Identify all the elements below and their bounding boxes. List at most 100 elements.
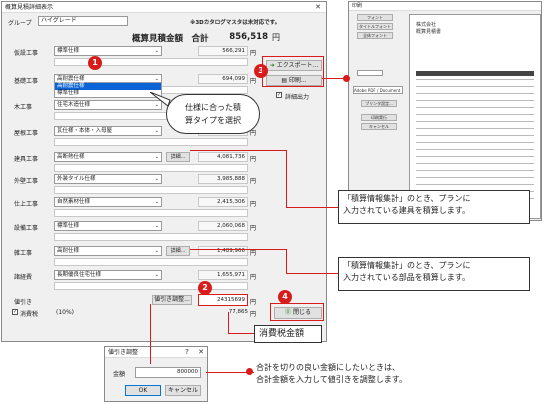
row-memo-field[interactable] [54,138,248,146]
row-label: 建具工事 [14,156,39,163]
row-amount: 566,291 [198,46,248,56]
adjust-ok-button[interactable]: OK [125,385,161,396]
preview-table-line [416,163,534,164]
row-memo-field[interactable] [54,209,248,217]
font-button[interactable]: フォント [357,14,393,21]
tax-checkbox[interactable]: ✓ [12,309,18,315]
adjust-cancel-button[interactable]: キャンセル [165,385,201,396]
row-memo-field[interactable] [54,282,248,290]
highlight-export-print [262,56,324,87]
callout-select-type: 仕様に合った積 算タイプを選択 [166,94,260,134]
row-select[interactable]: 標準仕様 ⌄ [54,221,162,231]
preview-table-line [416,79,534,80]
row-amount: 2,060,068 [198,221,248,231]
preview-table-line [416,107,534,108]
page-range-field[interactable] [357,70,383,76]
row-memo-field[interactable] [54,164,248,172]
row-memo-field[interactable] [54,186,248,194]
preview-table-line [416,184,534,185]
connector [190,150,286,151]
discount-adjust-button[interactable]: 値引き調整... [152,295,192,305]
group-value: ハイグレード [41,17,77,24]
row-select[interactable]: 瓦仕様・本体・入母屋 ⌄ [54,126,162,136]
preview-table-line [416,93,534,94]
row-select-value: 長期優良住宅仕様 [57,272,102,278]
row-amount: 2,415,306 [198,197,248,207]
adjust-title: 値引き調整 [108,349,139,356]
preview-table-line [416,142,534,143]
discount-value[interactable]: 24315699 [198,294,248,306]
row-memo-field[interactable] [54,58,248,66]
row-select[interactable]: 住宅木造仕様 ⌄ [54,100,162,110]
preview-table-line [416,86,534,87]
title-font-button[interactable]: タイトルフォント [357,23,393,30]
row-yen: 円 [250,274,257,281]
row-yen: 円 [250,156,257,163]
row-select[interactable]: 長期優良住宅仕様 ⌄ [54,270,162,280]
preview-cancel-button[interactable]: キャンセル [361,123,397,130]
chevron-down-icon: ⌄ [154,223,159,229]
connector-dot [343,75,350,82]
row-detail-button[interactable]: 詳細... [166,152,190,162]
row-memo-field[interactable] [54,258,248,266]
preview-titlebar: 印刷 [349,2,541,11]
tax-amount: 77,865 [228,309,248,315]
preview-table-line [416,149,534,150]
row-label: 雑工事 [14,250,33,257]
discount-yen: 円 [250,299,257,306]
row-memo-field[interactable] [54,233,248,241]
adjust-close-icon[interactable]: ✕ [195,347,207,358]
row-yen: 円 [250,225,257,232]
group-field[interactable]: ハイグレード [38,16,128,26]
row-label: 基礎工事 [14,78,39,85]
row-select-value: 自然素材仕様 [57,199,91,205]
dropdown-option-selected[interactable]: 高耐震仕様 [55,83,161,90]
row-select[interactable]: 高断熱仕様 ⌄ [54,152,162,162]
step-badge-1: 1 [88,56,102,70]
callout-tax: 消費税金額 [254,325,322,343]
row-amount: 4,081,736 [198,152,248,162]
row-select[interactable]: 標準仕様 ⌄ [54,46,162,56]
step-badge-2: 2 [198,281,212,295]
dropdown-option[interactable]: 標準仕様 [55,90,161,97]
connector [228,312,229,334]
close-icon[interactable]: ✕ [312,2,324,13]
preview-table-line [416,121,534,122]
discount-adjust-dialog: 値引き調整 ? ✕ 金額 800000 OK キャンセル [104,346,208,402]
print-execute-button[interactable]: 印刷実行 [361,114,397,121]
discount-label: 値引き [14,299,33,306]
row-amount: 1,489,966 [198,246,248,256]
detail-output-checkbox[interactable]: ✓ [276,92,282,98]
connector [190,249,286,250]
connector [150,304,151,364]
step-badge-4: 4 [278,290,292,304]
help-icon[interactable]: ? [181,347,193,358]
connector [286,273,338,274]
estimate-detail-dialog: 概算見積詳細表示 ✕ グループ ハイグレード ※3Dカタログマスタは未対応です。… [1,1,327,342]
row-detail-button[interactable]: 詳細... [166,246,190,256]
total-value: 856,518 [229,32,268,42]
row-amount: 694,099 [198,74,248,84]
print-preview-window: 印刷 フォント タイトルフォント 全体フォント Adobe PDF / Docu… [348,1,542,221]
printer-select[interactable]: Adobe PDF / Document [353,86,403,94]
preview-table-line [416,114,534,115]
preview-page-title: 概算見積書 [416,29,442,35]
all-font-button[interactable]: 全体フォント [357,32,393,39]
preview-table-line [416,177,534,178]
row-label: 設備工事 [14,225,39,232]
connector [228,333,254,334]
group-label: グループ [8,20,32,27]
catalog-note: ※3Dカタログマスタは未対応です。 [190,20,281,26]
preview-table-line [416,170,534,171]
row-select-value: 高耐仕様 [57,248,80,254]
printer-settings-button[interactable]: プリンタ設定... [361,100,397,107]
row-yen: 円 [250,50,257,57]
row-select[interactable]: 高耐仕様 ⌄ [54,246,162,256]
highlight-close [270,303,324,321]
row-select[interactable]: 自然素材仕様 ⌄ [54,197,162,207]
dropdown-list[interactable]: 高耐震仕様 標準仕様 [54,82,162,98]
row-select[interactable]: 外装タイル仕様 ⌄ [54,174,162,184]
total-unit: 円 [272,33,280,42]
tax-label: 消費税 [20,311,39,318]
adjust-amount-input[interactable]: 800000 [135,367,201,378]
